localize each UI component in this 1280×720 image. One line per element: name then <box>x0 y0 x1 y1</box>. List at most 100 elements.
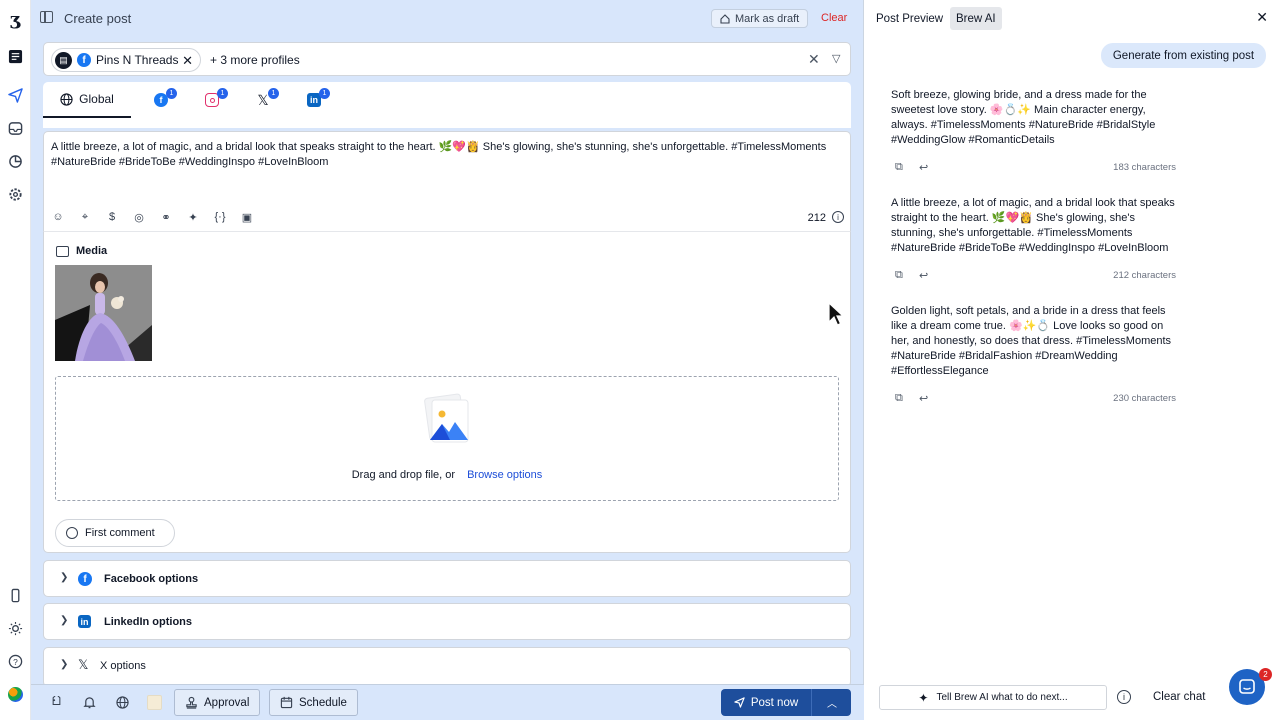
prompt-placeholder: Tell Brew AI what to do next... <box>936 692 1068 703</box>
facebook-options-label: Facebook options <box>104 573 199 585</box>
ai-sparkle-icon: ✦ <box>918 690 929 705</box>
post-text[interactable]: A little breeze, a lot of magic, and a b… <box>51 140 847 170</box>
approval-label: Approval <box>204 696 250 709</box>
chevron-right-icon: ❯ <box>60 572 69 583</box>
variable-icon[interactable]: {·} <box>213 210 227 224</box>
user-avatar[interactable] <box>6 685 24 703</box>
bell-icon[interactable] <box>82 695 97 710</box>
tab-global[interactable]: Global <box>43 82 131 118</box>
mobile-icon[interactable] <box>6 586 24 604</box>
emoji-icon[interactable]: ☺ <box>51 210 65 224</box>
clear-chat-button[interactable]: Clear chat <box>1153 691 1205 703</box>
tab-linkedin[interactable]: in 1 <box>302 82 330 118</box>
tag-icon[interactable] <box>49 695 64 710</box>
mark-draft-button[interactable]: Mark as draft <box>711 9 809 28</box>
composer-header: Create post Mark as draft Clear <box>31 0 864 36</box>
help-icon[interactable]: ? <box>6 652 24 670</box>
settings-icon[interactable] <box>6 185 24 203</box>
inbox-icon[interactable] <box>6 119 24 137</box>
dollar-icon[interactable]: $ <box>105 210 119 224</box>
schedule-label: Schedule <box>299 696 347 709</box>
info-icon[interactable]: i <box>1117 690 1131 704</box>
profile-chip[interactable]: ▤ f Pins N Threads ✕ <box>51 48 201 72</box>
close-icon[interactable]: ✕ <box>1256 9 1268 26</box>
suggestion-actions: ⧉ ↩ 230 characters <box>895 392 1176 406</box>
chevron-up-icon[interactable]: ︿ <box>813 689 851 716</box>
x-icon: 𝕏 <box>78 657 89 672</box>
reply-icon[interactable]: ↩ <box>919 161 928 174</box>
browse-link[interactable]: Browse options <box>467 469 542 481</box>
media-thumbnail[interactable] <box>55 265 152 361</box>
more-profiles[interactable]: + 3 more profiles <box>210 53 300 67</box>
profile-selector[interactable]: ▤ f Pins N Threads ✕ + 3 more profiles ✕… <box>43 42 851 76</box>
mouse-cursor-icon <box>828 302 844 326</box>
image-icon <box>56 245 69 257</box>
copy-icon[interactable]: ⧉ <box>895 392 903 405</box>
brand-logo[interactable]: ʒ <box>6 9 24 30</box>
x-options[interactable]: ❯ 𝕏 X options <box>43 647 851 687</box>
media-heading: Media <box>56 245 107 257</box>
copy-icon[interactable]: ⧉ <box>895 161 903 174</box>
tab-brew-ai[interactable]: Brew AI <box>950 7 1002 30</box>
linkedin-icon: in <box>78 615 91 628</box>
calendar-icon <box>280 696 293 709</box>
analytics-icon[interactable] <box>6 152 24 170</box>
compose-icon[interactable] <box>6 47 24 65</box>
chat-icon <box>1239 679 1255 694</box>
post-editor[interactable]: A little breeze, a lot of magic, and a b… <box>43 131 851 231</box>
reply-icon[interactable]: ↩ <box>919 269 928 282</box>
copy-icon[interactable]: ⧉ <box>895 269 903 282</box>
char-count: 212 <box>807 212 826 224</box>
suggestion-char-count: 230 characters <box>1113 393 1176 404</box>
facebook-icon: f <box>78 572 92 586</box>
color-swatch[interactable] <box>147 695 162 710</box>
tab-global-label: Global <box>79 92 114 106</box>
post-now-group: Post now ︿ <box>721 689 851 716</box>
profile-chip-label: Pins N Threads <box>96 53 179 67</box>
first-comment-button[interactable]: First comment <box>55 519 175 547</box>
location-icon[interactable]: ⌖ <box>78 210 92 224</box>
broadcast-icon[interactable]: ◎ <box>132 210 146 224</box>
tab-instagram[interactable]: 1 <box>200 82 228 118</box>
dropzone[interactable]: Drag and drop file, or Browse options <box>55 376 839 501</box>
profile-avatar: ▤ <box>55 51 72 69</box>
first-comment-label: First comment <box>85 527 155 539</box>
suggestion-actions: ⧉ ↩ 183 characters <box>895 161 1176 175</box>
post-now-button[interactable]: Post now <box>721 689 812 716</box>
clear-button[interactable]: Clear <box>821 12 847 24</box>
media-section: Media Drag and drop file, or Browse opti… <box>43 231 851 553</box>
generate-message: Generate from existing post <box>1101 43 1266 68</box>
editor-toolbar: ☺ ⌖ $ ◎ ⚭ ✦ {·} ▣ <box>51 210 254 224</box>
chevron-right-icon: ❯ <box>60 615 69 626</box>
reply-icon[interactable]: ↩ <box>919 392 928 405</box>
tab-facebook[interactable]: f 1 <box>149 82 177 118</box>
chevron-down-icon[interactable]: ▽ <box>832 52 840 65</box>
page-title: Create post <box>64 11 132 26</box>
ai-sparkle-icon[interactable]: ✦ <box>186 210 200 224</box>
send-icon[interactable] <box>6 86 24 104</box>
gallery-icon[interactable]: ▣ <box>240 210 254 224</box>
send-icon <box>734 697 745 708</box>
stamp-icon <box>186 696 197 709</box>
theme-icon[interactable] <box>6 619 24 637</box>
tab-post-preview[interactable]: Post Preview <box>870 7 949 30</box>
schedule-button[interactable]: Schedule <box>269 689 358 716</box>
handshake-icon[interactable]: ⚭ <box>159 210 173 224</box>
approval-button[interactable]: Approval <box>174 689 261 716</box>
remove-profile-icon[interactable]: ✕ <box>182 53 193 69</box>
globe-icon[interactable] <box>115 695 130 710</box>
tab-x[interactable]: 𝕏 1 <box>251 82 279 118</box>
dropzone-text: Drag and drop file, or Browse options <box>56 469 838 481</box>
comment-icon <box>66 527 78 539</box>
sidebar-toggle-icon[interactable] <box>40 11 53 23</box>
suggestion-char-count: 183 characters <box>1113 162 1176 173</box>
ai-suggestion: Soft breeze, glowing bride, and a dress … <box>891 89 1156 146</box>
drop-label: Drag and drop file, or <box>351 469 456 481</box>
linkedin-options[interactable]: ❯ in LinkedIn options <box>43 603 851 640</box>
composer-footer: Approval Schedule Post now ︿ <box>31 684 864 720</box>
svg-text:?: ? <box>13 656 18 666</box>
clear-profiles-icon[interactable]: ✕ <box>808 51 820 68</box>
info-icon[interactable]: i <box>832 211 844 223</box>
brew-ai-prompt-input[interactable]: ✦ Tell Brew AI what to do next... <box>879 685 1107 710</box>
facebook-options[interactable]: ❯ f Facebook options <box>43 560 851 597</box>
